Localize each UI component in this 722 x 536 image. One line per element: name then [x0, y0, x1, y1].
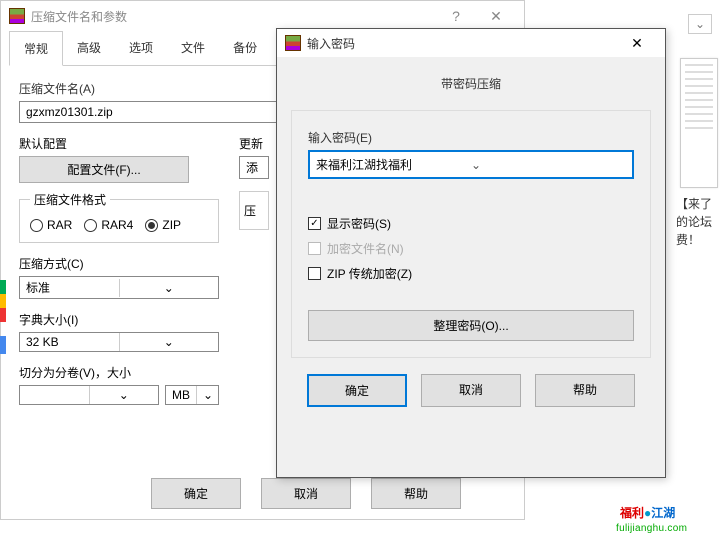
chevron-down-icon[interactable]: ⌄ [471, 158, 626, 172]
chevron-down-icon: ⌄ [89, 386, 159, 404]
left-color-strip [0, 308, 6, 322]
dict-select[interactable]: 32 KB⌄ [19, 332, 219, 352]
tab-general[interactable]: 常规 [9, 31, 63, 66]
checkbox-icon [308, 217, 321, 230]
close-button[interactable]: ✕ [617, 35, 657, 52]
compress-options-label-cut: 压 [244, 204, 256, 218]
checkbox-icon [308, 242, 321, 255]
radio-zip[interactable]: ZIP [145, 218, 181, 232]
chevron-down-icon: ⌄ [119, 333, 219, 351]
left-color-strip [0, 280, 6, 294]
winrar-icon [9, 8, 25, 24]
right-text-fragment: 【来了 的论坛 费！ [676, 195, 712, 249]
method-label: 压缩方式(C) [19, 255, 219, 272]
bg-window-title: 压缩文件名和参数 [31, 8, 436, 25]
method-select[interactable]: 标准⌄ [19, 276, 219, 299]
update-mode-value-cut[interactable]: 添 [240, 157, 268, 178]
tab-backup[interactable]: 备份 [219, 31, 271, 65]
dlg-titlebar: 输入密码 ✕ [277, 29, 665, 57]
bg-cancel-button[interactable]: 取消 [261, 478, 351, 509]
password-label: 输入密码(E) [308, 129, 634, 146]
split-size-select[interactable]: ⌄ [19, 385, 159, 405]
zip-legacy-checkbox[interactable]: ZIP 传统加密(Z) [308, 265, 634, 282]
split-unit-select[interactable]: MB⌄ [165, 385, 219, 405]
left-color-strip [0, 294, 6, 308]
bg-help-button[interactable]: 帮助 [371, 478, 461, 509]
dlg-buttons: 确定 取消 帮助 [291, 374, 651, 407]
chevron-down-icon: ⌄ [119, 279, 219, 297]
radio-rar[interactable]: RAR [30, 218, 72, 232]
show-password-checkbox[interactable]: 显示密码(S) [308, 215, 634, 232]
password-input[interactable]: 来福利江湖找福利 ⌄ [308, 150, 634, 179]
right-dropdown-fragment[interactable]: ⌄ [688, 14, 712, 34]
password-group: 输入密码(E) 来福利江湖找福利 ⌄ 显示密码(S) 加密文件名(N) ZIP … [291, 110, 651, 358]
watermark-logo: 福利●江湖 [620, 501, 675, 522]
checkbox-icon [308, 267, 321, 280]
winrar-icon [285, 35, 301, 51]
split-label: 切分为分卷(V)，大小 [19, 364, 239, 381]
ok-button[interactable]: 确定 [307, 374, 407, 407]
update-mode-label-cut: 更新 [239, 135, 269, 152]
chevron-down-icon: ⌄ [196, 386, 218, 404]
default-cfg-label: 默认配置 [19, 135, 219, 152]
document-thumbnail [680, 58, 718, 188]
tab-advanced[interactable]: 高级 [63, 31, 115, 65]
close-button[interactable]: ✕ [476, 8, 516, 25]
tab-files[interactable]: 文件 [167, 31, 219, 65]
left-color-strip [0, 336, 6, 354]
format-legend: 压缩文件格式 [30, 191, 110, 208]
bg-dialog-buttons: 确定 取消 帮助 [151, 478, 461, 509]
organize-passwords-button[interactable]: 整理密码(O)... [308, 310, 634, 341]
password-value: 来福利江湖找福利 [316, 156, 471, 173]
bg-titlebar: 压缩文件名和参数 ? ✕ [1, 1, 524, 31]
dlg-subtitle: 带密码压缩 [291, 69, 651, 110]
tab-options[interactable]: 选项 [115, 31, 167, 65]
help-button[interactable]: 帮助 [535, 374, 635, 407]
bg-ok-button[interactable]: 确定 [151, 478, 241, 509]
dlg-title: 输入密码 [307, 35, 617, 52]
encrypt-filenames-checkbox: 加密文件名(N) [308, 240, 634, 257]
watermark-url: fulijianghu.com [616, 523, 687, 534]
help-button[interactable]: ? [436, 8, 476, 24]
dict-label: 字典大小(I) [19, 311, 219, 328]
cancel-button[interactable]: 取消 [421, 374, 521, 407]
password-dialog: 输入密码 ✕ 带密码压缩 输入密码(E) 来福利江湖找福利 ⌄ 显示密码(S) … [276, 28, 666, 478]
radio-rar4[interactable]: RAR4 [84, 218, 133, 232]
config-file-button[interactable]: 配置文件(F)... [19, 156, 189, 183]
